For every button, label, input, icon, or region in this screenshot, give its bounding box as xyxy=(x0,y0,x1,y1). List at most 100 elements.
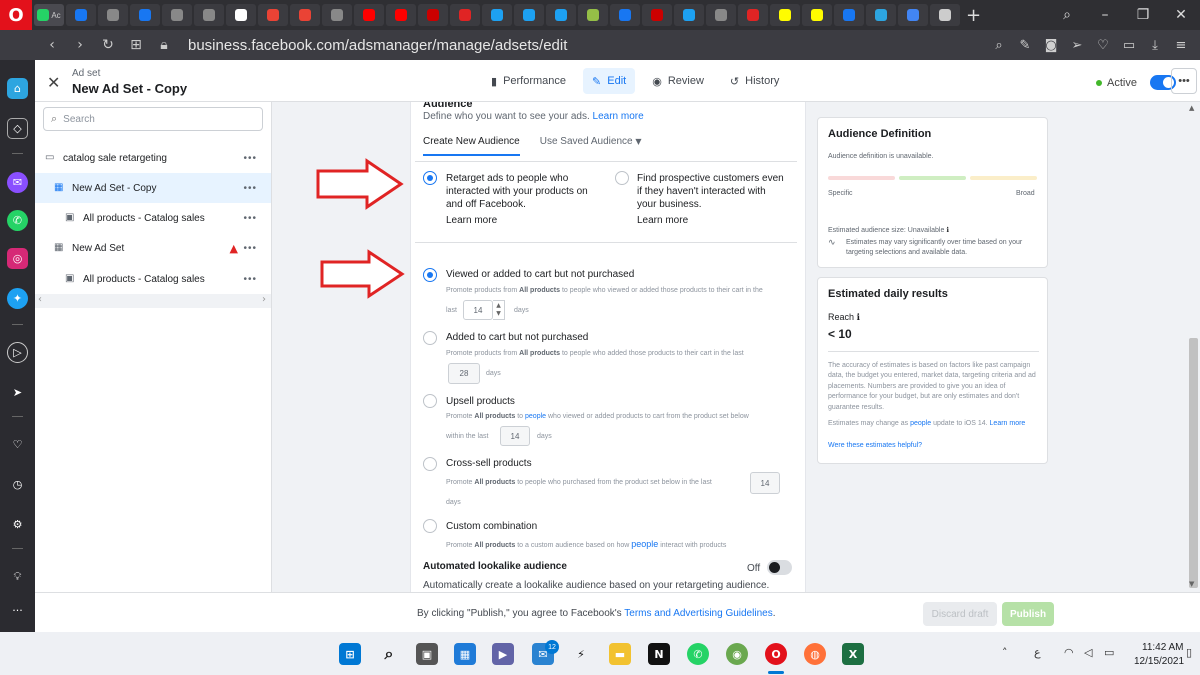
browser-tab[interactable] xyxy=(514,4,544,26)
task-view-icon[interactable]: ▣ xyxy=(416,643,438,665)
browser-tab[interactable]: Ac xyxy=(34,4,64,26)
browser-tab[interactable] xyxy=(578,4,608,26)
people-link[interactable]: people xyxy=(525,413,546,420)
browser-tab[interactable] xyxy=(66,4,96,26)
learn-more-link[interactable]: Learn more xyxy=(990,420,1026,427)
browser-tab[interactable] xyxy=(738,4,768,26)
chevron-up-icon[interactable]: ▲ xyxy=(496,302,501,310)
prospect-radio[interactable] xyxy=(615,171,629,185)
browser-tab[interactable] xyxy=(162,4,192,26)
browser-tab[interactable] xyxy=(770,4,800,26)
chrome-icon[interactable]: ◉ xyxy=(726,643,748,665)
opera-icon[interactable]: O xyxy=(765,643,787,665)
people-link[interactable]: people xyxy=(910,420,931,427)
tab-search-icon[interactable]: ⌕ xyxy=(1048,7,1086,23)
tab-review[interactable]: ◉ Review xyxy=(643,68,713,94)
messenger-icon[interactable]: ✉ xyxy=(7,172,28,193)
close-icon[interactable]: ✕ xyxy=(47,73,60,92)
url-field[interactable]: business.facebook.com/adsmanager/manage/… xyxy=(188,37,567,54)
browser-tab[interactable] xyxy=(866,4,896,26)
box-icon[interactable]: ◇ xyxy=(7,118,28,139)
new-tab-button[interactable]: + xyxy=(966,5,981,26)
browser-tab[interactable] xyxy=(322,4,352,26)
browser-tab[interactable] xyxy=(546,4,576,26)
browser-tab[interactable] xyxy=(482,4,512,26)
crosssell-radio[interactable] xyxy=(423,457,437,471)
tab-history[interactable]: ↺ History xyxy=(721,68,788,94)
scroll-up-icon[interactable]: ▲ xyxy=(1189,104,1194,112)
tab-use-saved-audience[interactable]: Use Saved Audience ▼ xyxy=(540,136,642,156)
warning-icon[interactable]: ▲ xyxy=(230,242,238,255)
back-button[interactable]: ‹ xyxy=(38,37,66,53)
tree-item-ad[interactable]: ▣ All products - Catalog sales ••• xyxy=(35,203,271,233)
volume-icon[interactable]: ◁ xyxy=(1084,646,1092,659)
browser-tab[interactable] xyxy=(610,4,640,26)
whatsapp-icon[interactable]: ✆ xyxy=(7,210,28,231)
tree-item-campaign[interactable]: ▭ catalog sale retargeting ••• xyxy=(35,143,271,173)
browser-tab[interactable] xyxy=(98,4,128,26)
page-scrollbar[interactable]: ▲ ▼ xyxy=(1187,102,1200,592)
whatsapp-icon[interactable]: ✆ xyxy=(687,643,709,665)
forward-button[interactable]: › xyxy=(66,37,94,53)
notification-icon[interactable]: ▯ xyxy=(1186,646,1192,659)
send-icon[interactable]: ➤ xyxy=(7,382,28,403)
home-icon[interactable]: ⌂ xyxy=(7,78,28,99)
player-icon[interactable]: ▷ xyxy=(7,342,28,363)
custom-radio[interactable] xyxy=(423,519,437,533)
settings-icon[interactable]: ⚙ xyxy=(7,514,28,535)
browser-tab[interactable] xyxy=(930,4,960,26)
browser-tab[interactable] xyxy=(418,4,448,26)
tabs-grid-icon[interactable]: ⊞ xyxy=(122,37,150,53)
widgets-icon[interactable]: ▦ xyxy=(454,643,476,665)
days-stepper[interactable]: ▲ ▼ xyxy=(493,300,505,320)
wallet-icon[interactable]: ▭ xyxy=(1118,38,1140,53)
learn-more-link[interactable]: Learn more xyxy=(446,214,497,227)
browser-tab[interactable] xyxy=(834,4,864,26)
reload-button[interactable]: ↻ xyxy=(94,37,122,53)
wifi-icon[interactable]: ◠ xyxy=(1064,646,1074,659)
more-button[interactable]: ••• xyxy=(1171,68,1197,94)
browser-tab[interactable] xyxy=(674,4,704,26)
viewed-radio[interactable] xyxy=(423,268,437,282)
browser-tab[interactable] xyxy=(258,4,288,26)
scroll-right-icon[interactable]: › xyxy=(262,294,266,305)
clock-time[interactable]: 11:42 AM xyxy=(1142,642,1184,653)
scroll-left-icon[interactable]: ‹ xyxy=(38,294,42,305)
excel-icon[interactable]: X xyxy=(842,643,864,665)
upsell-days-input[interactable]: 14 xyxy=(500,426,530,446)
file-explorer-icon[interactable]: ▬ xyxy=(609,643,631,665)
camera-icon[interactable]: ◙ xyxy=(1040,38,1062,53)
lightbulb-icon[interactable]: 💡︎ xyxy=(7,566,28,587)
browser-tab[interactable] xyxy=(642,4,672,26)
browser-tab[interactable] xyxy=(226,4,256,26)
added-radio[interactable] xyxy=(423,331,437,345)
more-icon[interactable]: ••• xyxy=(243,183,257,194)
app-icon[interactable]: ⚡ xyxy=(570,643,592,665)
maximize-button[interactable]: ❐ xyxy=(1124,7,1162,23)
minimize-button[interactable]: – xyxy=(1086,7,1124,23)
send-icon[interactable]: ➢ xyxy=(1066,38,1088,53)
history-icon[interactable]: ◷ xyxy=(7,474,28,495)
terms-link[interactable]: Terms and Advertising Guidelines xyxy=(624,608,772,619)
search-icon[interactable]: ⌕ xyxy=(988,38,1010,53)
more-icon[interactable]: ••• xyxy=(243,274,257,285)
upsell-radio[interactable] xyxy=(423,394,437,408)
scroll-down-icon[interactable]: ▼ xyxy=(1189,580,1194,588)
teams-icon[interactable]: ▶ xyxy=(492,643,514,665)
more-icon[interactable]: ••• xyxy=(243,243,257,254)
browser-tab[interactable] xyxy=(354,4,384,26)
tree-item-ad[interactable]: ▣ All products - Catalog sales ••• xyxy=(35,264,271,294)
tab-performance[interactable]: ▮ Performance xyxy=(482,68,575,94)
lookalike-toggle[interactable] xyxy=(767,560,792,575)
viewed-days-input[interactable]: 14 xyxy=(463,300,493,320)
browser-tab[interactable] xyxy=(290,4,320,26)
twitter-icon[interactable]: ✦ xyxy=(7,288,28,309)
firefox-icon[interactable]: ◍ xyxy=(804,643,826,665)
retarget-radio[interactable] xyxy=(423,171,437,185)
publish-button[interactable]: Publish xyxy=(1002,602,1054,626)
tab-create-new-audience[interactable]: Create New Audience xyxy=(423,136,520,156)
more-icon[interactable]: ··· xyxy=(7,600,28,621)
info-icon[interactable]: ℹ xyxy=(857,313,860,323)
browser-tab[interactable] xyxy=(130,4,160,26)
lock-icon[interactable]: 🔒︎ xyxy=(150,37,178,53)
